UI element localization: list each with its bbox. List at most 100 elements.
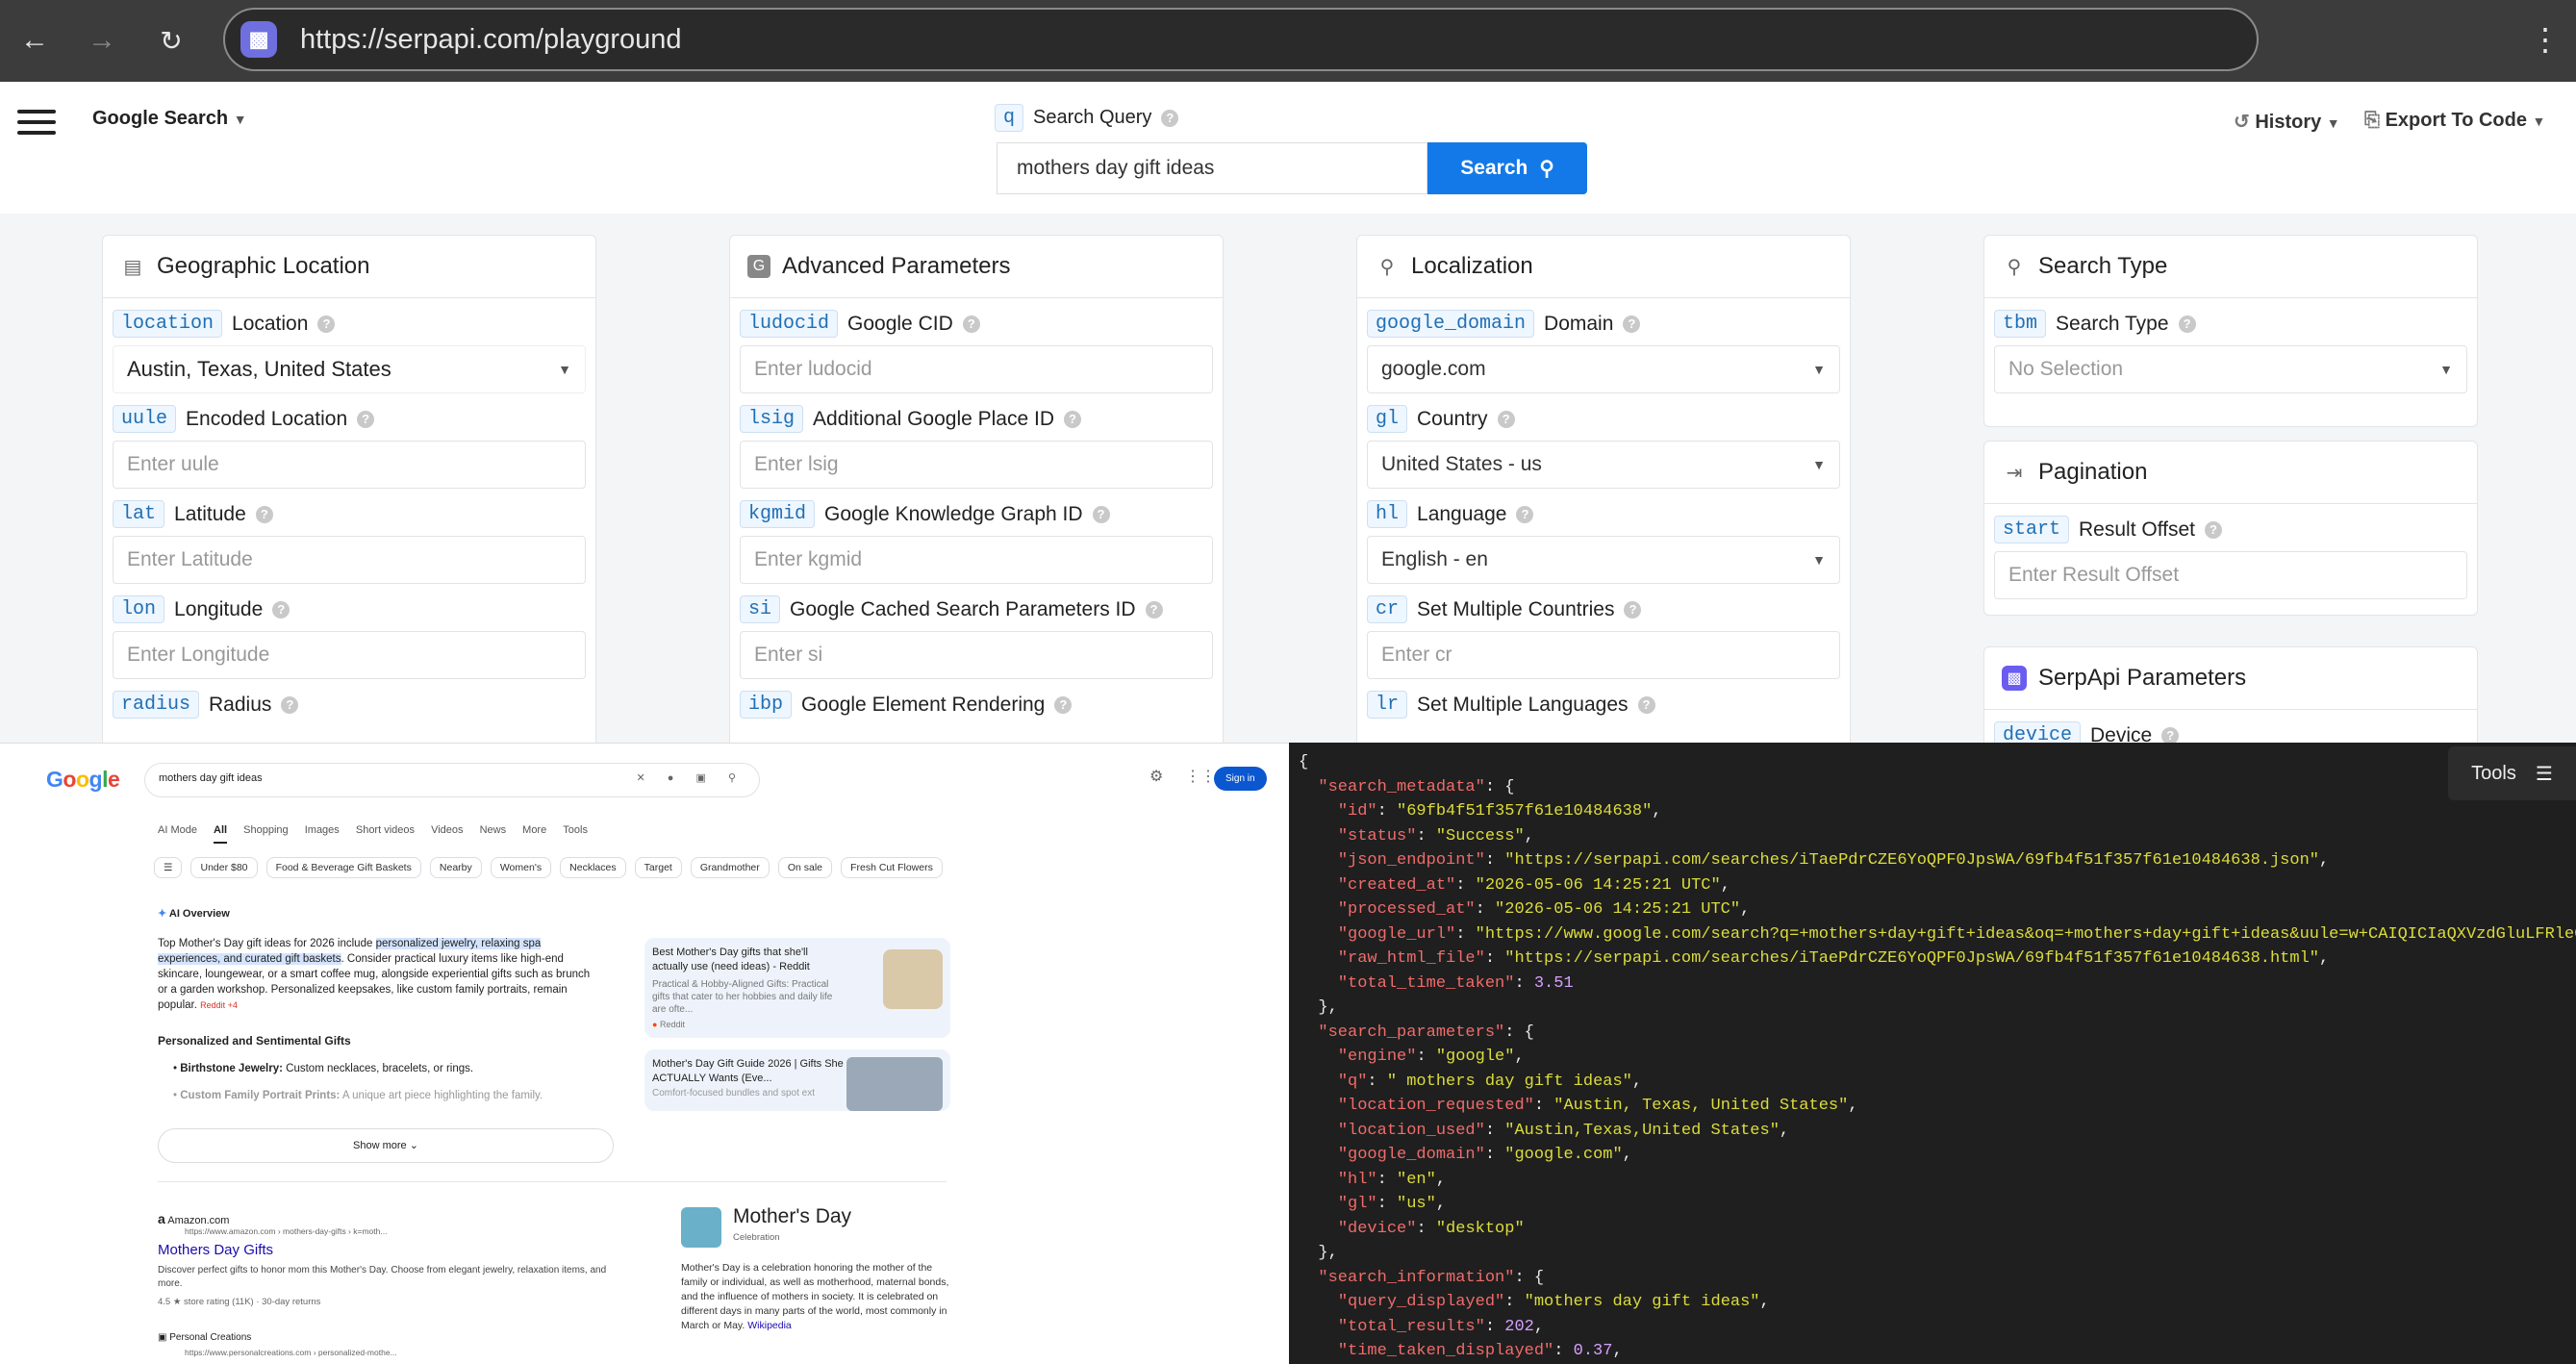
filter-chip[interactable]: Fresh Cut Flowers [841,857,943,878]
tab-all[interactable]: All [214,824,228,844]
help-icon[interactable]: ? [1145,600,1163,619]
help-icon[interactable]: ? [1161,109,1179,127]
help-icon[interactable]: ? [2178,315,2196,333]
json-punct [1299,1342,1338,1360]
map-icon: ▤ [123,256,142,278]
result-title-link[interactable]: Mothers Day Gifts [158,1242,273,1258]
ludocid-input[interactable]: Enter ludocid [740,345,1213,393]
param-tag: cr [1367,595,1408,623]
address-bar[interactable]: ▩ https://serpapi.com/playground [223,8,2259,71]
json-key: "processed_at" [1337,900,1476,919]
json-string: "google" [1435,1048,1515,1066]
filter-chip[interactable]: Food & Beverage Gift Baskets [265,857,421,878]
ai-source-card[interactable]: Best Mother's Day gifts that she'll actu… [644,938,950,1038]
field-label: Google Knowledge Graph ID [824,502,1083,525]
divider [158,1181,947,1182]
json-key: "q" [1337,1072,1368,1091]
search-query-input[interactable] [997,142,1427,194]
help-icon[interactable]: ? [1516,505,1534,523]
google-search-actions-icon[interactable]: ✕ ● ▣ ⚲ [637,771,745,784]
result-offset-input[interactable]: Enter Result Offset [1994,551,2467,599]
tab-images[interactable]: Images [305,824,340,836]
uule-input[interactable]: Enter uule [113,441,586,489]
json-punct: : [1475,900,1496,919]
tab-ai-mode[interactable]: AI Mode [158,824,197,836]
filter-sliders-icon[interactable]: ☰ [154,857,183,878]
address-bar-url: https://serpapi.com/playground [300,23,682,55]
lsig-input[interactable]: Enter lsig [740,441,1213,489]
hamburger-menu-icon[interactable] [17,110,56,135]
settings-gear-icon[interactable]: ⚙ [1149,767,1163,786]
tools-button[interactable]: Tools ☰ [2448,746,2576,800]
country-select[interactable]: United States - us ▼ [1367,441,1840,489]
tools-label: Tools [2471,762,2516,784]
json-key: "created_at" [1337,875,1456,895]
help-icon[interactable]: ? [357,410,375,428]
tab-videos[interactable]: Videos [431,824,463,836]
back-arrow-icon[interactable]: ← [13,19,56,62]
json-punct: , [1759,1293,1770,1311]
browser-menu-icon[interactable]: ⋮ [2530,21,2561,58]
json-string: "Austin, Texas, United States" [1553,1097,1849,1115]
latitude-input[interactable]: Enter Latitude [113,536,586,584]
engine-selector-label: Google Search [92,108,229,129]
filter-chip[interactable]: Under $80 [190,857,258,878]
json-results-viewer[interactable]: { "search_metadata": { "id": "69fb4f51f3… [1289,743,2576,1364]
filter-chip[interactable]: Grandmother [690,857,770,878]
reload-icon[interactable]: ↻ [150,19,192,62]
help-icon[interactable]: ? [1624,600,1642,619]
card-text: Comfort-focused bundles and spot ext [652,1088,815,1099]
wikipedia-link[interactable]: Wikipedia [747,1320,792,1331]
show-more-button[interactable]: Show more ⌄ [158,1128,614,1163]
language-select[interactable]: English - en ▼ [1367,536,1840,584]
help-icon[interactable]: ? [317,315,336,333]
kgmid-input[interactable]: Enter kgmid [740,536,1213,584]
longitude-input[interactable]: Enter Longitude [113,631,586,679]
filter-chip[interactable]: Target [634,857,682,878]
tab-short-videos[interactable]: Short videos [356,824,415,836]
tab-more[interactable]: More [522,824,546,836]
search-button[interactable]: Search ⚲ [1427,142,1587,194]
json-punct [1299,1195,1338,1213]
menu-lines-icon: ☰ [2535,763,2553,785]
domain-select[interactable]: google.com ▼ [1367,345,1840,393]
forward-arrow-icon[interactable]: → [81,19,123,62]
json-line: { [1299,750,2566,775]
json-punct [1299,974,1338,993]
help-icon[interactable]: ? [1623,315,1641,333]
input-placeholder: Enter si [754,644,823,666]
google-search-box[interactable]: mothers day gift ideas ✕ ● ▣ ⚲ [144,763,760,797]
help-icon[interactable]: ? [272,600,290,619]
help-icon[interactable]: ? [962,315,980,333]
filter-chip[interactable]: Necklaces [560,857,626,878]
help-icon[interactable]: ? [281,695,299,714]
engine-selector[interactable]: Google Search ▼ [92,108,247,130]
filter-chip[interactable]: On sale [777,857,833,878]
ai-subheading: Personalized and Sentimental Gifts [158,1034,351,1048]
help-icon[interactable]: ? [255,505,273,523]
json-punct: , [1848,1097,1858,1115]
si-input[interactable]: Enter si [740,631,1213,679]
help-icon[interactable]: ? [1092,505,1110,523]
export-to-code-dropdown[interactable]: ⎘ Export To Code ▼ [2364,110,2545,132]
cr-input[interactable]: Enter cr [1367,631,1840,679]
help-icon[interactable]: ? [2205,520,2223,539]
json-punct [1299,925,1338,944]
help-icon[interactable]: ? [1497,410,1515,428]
tab-news[interactable]: News [480,824,507,836]
google-sign-in-button[interactable]: Sign in [1214,767,1267,791]
location-select[interactable]: Austin, Texas, United States ▼ [113,345,586,393]
help-icon[interactable]: ? [1637,695,1655,714]
filter-chip[interactable]: Nearby [429,857,482,878]
tab-shopping[interactable]: Shopping [243,824,289,836]
help-icon[interactable]: ? [1064,410,1082,428]
help-icon[interactable]: ? [2161,726,2180,743]
search-type-select[interactable]: No Selection ▼ [1994,345,2467,393]
tab-tools[interactable]: Tools [563,824,588,836]
help-icon[interactable]: ? [1054,695,1073,714]
filter-chip[interactable]: Women's [490,857,552,878]
ai-source-card[interactable]: Mother's Day Gift Guide 2026 | Gifts She… [644,1049,950,1111]
ai-source-tag[interactable]: Reddit +4 [200,1000,238,1010]
history-dropdown[interactable]: ↺ History ▼ [2234,110,2340,134]
apps-grid-icon[interactable]: ⋮⋮ [1185,767,1216,786]
